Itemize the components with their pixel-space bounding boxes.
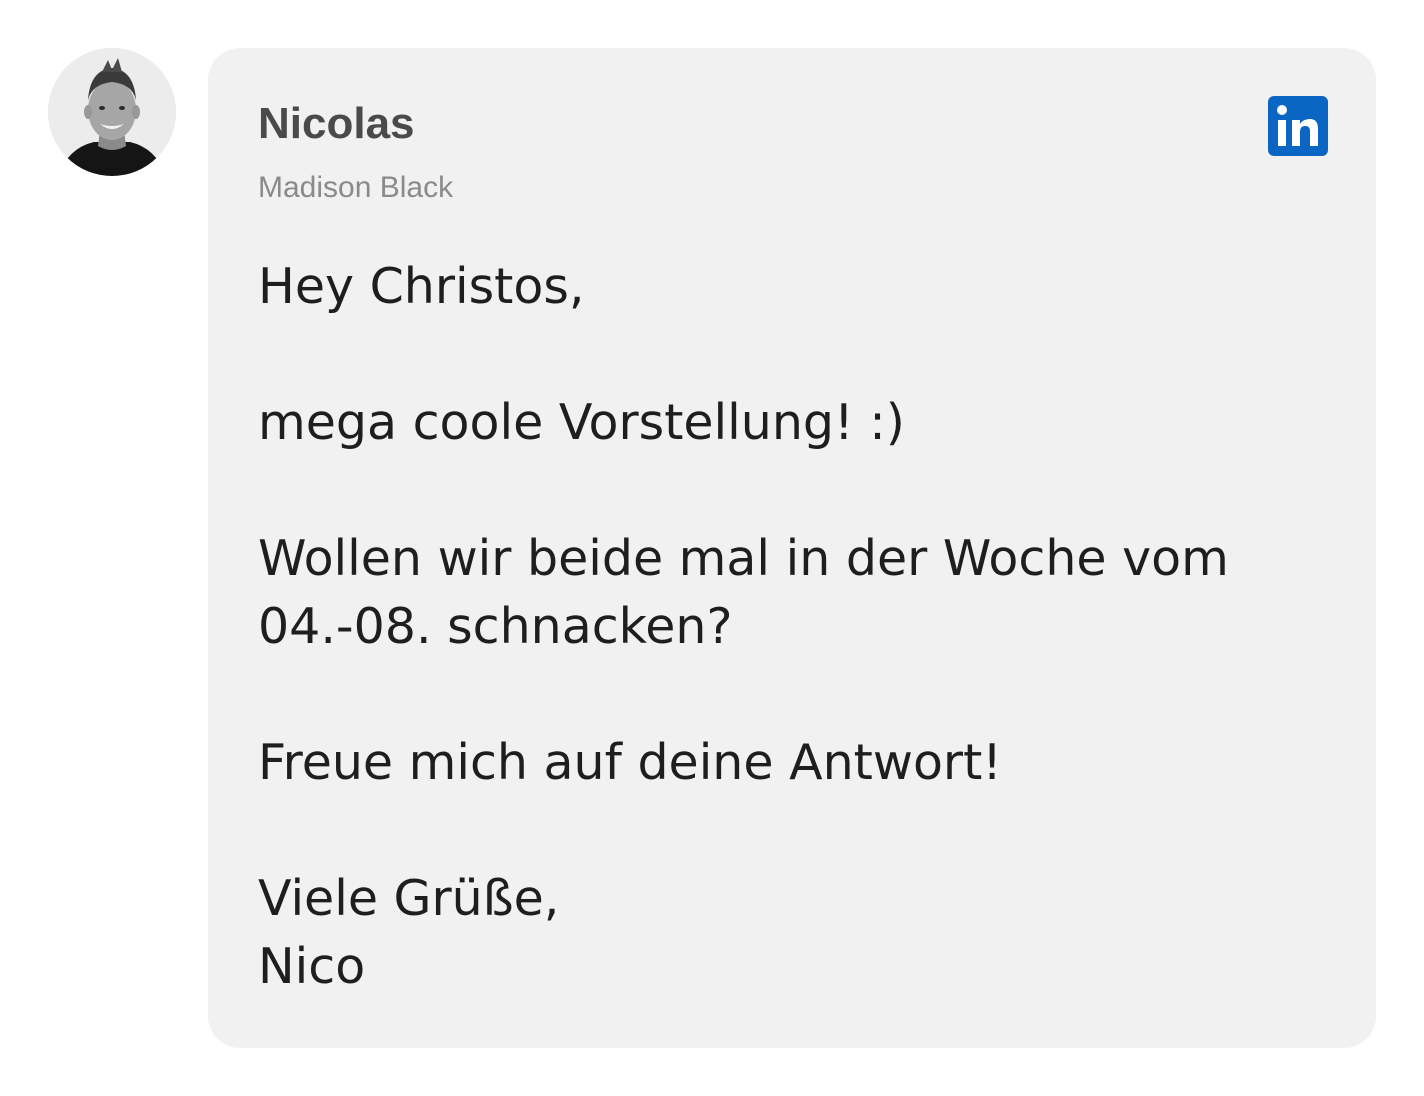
linkedin-icon[interactable] [1268,96,1328,156]
sender-subtitle: Madison Black [258,171,454,204]
message-paragraph: Wollen wir beide mal in der Woche vom 04… [258,525,1318,661]
message-greeting: Hey Christos, [258,258,585,315]
message-body: Hey Christos, mega coole Vorstellung! :)… [258,253,1318,1001]
message-view: Nicolas Madison Black Hey Christos, mega… [0,0,1424,1096]
avatar-photo-icon [48,48,176,176]
message-signoff: Viele Grüße, Nico [258,865,1318,1001]
message-closing: Viele Grüße, [258,870,560,927]
message-line: Wollen wir beide mal in der Woche vom [258,530,1229,587]
message-line: Freue mich auf deine Antwort! [258,734,1002,791]
message-card: Nicolas Madison Black Hey Christos, mega… [208,48,1376,1048]
avatar[interactable] [48,48,176,176]
message-signature: Nico [258,938,366,995]
sender-name[interactable]: Nicolas [258,96,415,152]
message-line: mega coole Vorstellung! :) [258,394,905,451]
message-line: 04.-08. schnacken? [258,598,733,655]
